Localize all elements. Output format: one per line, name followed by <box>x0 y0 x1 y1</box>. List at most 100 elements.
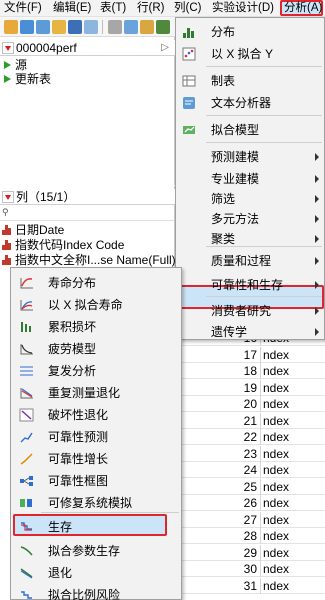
new-script-icon[interactable] <box>36 20 50 34</box>
submenu-item-11[interactable]: 生存 <box>11 516 181 538</box>
menu-item-12[interactable]: 消费者研究 <box>176 300 324 322</box>
row-number[interactable]: 28 <box>176 528 261 544</box>
cell-value[interactable]: ndex <box>263 396 289 412</box>
table-row[interactable]: 26 ndex <box>176 495 325 511</box>
cell-value[interactable]: ndex <box>263 380 289 396</box>
submenu-item-9[interactable]: 可靠性框图 <box>11 470 181 492</box>
submenu-item-14[interactable]: 拟合比例风险 <box>11 584 181 600</box>
row-number[interactable]: 30 <box>176 561 261 577</box>
open-file-icon[interactable] <box>52 20 66 34</box>
cell-value[interactable]: ndex <box>263 363 289 379</box>
menu-item-2[interactable]: 制表 <box>176 70 324 92</box>
cell-value[interactable]: ndex <box>263 495 289 511</box>
menu-cols[interactable]: 列(C) <box>174 0 201 17</box>
column-item[interactable]: 指数代码Index Code <box>2 238 124 252</box>
submenu-item-8[interactable]: 可靠性增长 <box>11 448 181 470</box>
cell-value[interactable]: ndex <box>263 578 289 594</box>
row-number[interactable]: 31 <box>176 577 261 594</box>
row-number[interactable]: 27 <box>176 511 261 528</box>
menu-analyze[interactable]: 分析(A) <box>284 0 322 17</box>
menu-item-5[interactable]: 预测建模 <box>176 146 324 168</box>
table-row[interactable]: 28 ndex <box>176 528 325 544</box>
row-number[interactable]: 17 <box>176 346 261 363</box>
menu-item-3[interactable]: 文本分析器 <box>176 92 324 114</box>
table-row[interactable]: 22 ndex <box>176 429 325 445</box>
submenu-item-7[interactable]: 可靠性预测 <box>11 426 181 448</box>
menu-item-13[interactable]: 遗传学 <box>176 321 324 343</box>
column-item[interactable]: 日期Date <box>2 223 64 237</box>
menu-item-9[interactable]: 聚类 <box>176 228 324 250</box>
submenu-item-13[interactable]: 退化 <box>11 562 181 584</box>
cell-value[interactable]: ndex <box>263 528 289 544</box>
menu-item-7[interactable]: 筛选 <box>176 188 324 210</box>
table-row[interactable]: 21 ndex <box>176 412 325 429</box>
row-number[interactable]: 22 <box>176 429 261 445</box>
cell-value[interactable]: ndex <box>263 512 289 528</box>
open-data-table-icon[interactable] <box>4 20 18 34</box>
menu-doe[interactable]: 实验设计(D) <box>212 0 274 17</box>
menu-item-10[interactable]: 质量和过程 <box>176 250 324 272</box>
submenu-item-0[interactable]: 寿命分布 <box>11 272 181 294</box>
cell-value[interactable]: ndex <box>263 446 289 462</box>
cut-icon[interactable] <box>108 20 122 34</box>
cell-value[interactable]: ndex <box>263 561 289 577</box>
menu-rows[interactable]: 行(R) <box>137 0 164 17</box>
menu-item-1[interactable]: 以 X 拟合 Y <box>176 43 324 65</box>
menu-item-8[interactable]: 多元方法 <box>176 208 324 230</box>
table-row[interactable]: 18 ndex <box>176 363 325 379</box>
red-triangle-menu-icon[interactable] <box>2 42 14 54</box>
submenu-item-6[interactable]: 破坏性退化 <box>11 404 181 426</box>
submenu-item-3[interactable]: 疲劳模型 <box>11 338 181 360</box>
table-row[interactable]: 31 ndex <box>176 577 325 594</box>
row-number[interactable]: 29 <box>176 544 261 561</box>
column-item[interactable]: 指数中文全称I...se Name(Full) <box>2 253 176 267</box>
row-number[interactable]: 20 <box>176 396 261 412</box>
row-number[interactable]: 25 <box>176 478 261 495</box>
table-row[interactable]: 27 ndex <box>176 511 325 528</box>
submenu-item-1[interactable]: 以 X 拟合寿命 <box>11 294 181 316</box>
row-number[interactable]: 23 <box>176 445 261 462</box>
table-row[interactable]: 24 ndex <box>176 462 325 478</box>
row-number[interactable]: 24 <box>176 462 261 478</box>
menu-edit[interactable]: 编辑(E) <box>53 0 91 17</box>
cell-value[interactable]: ndex <box>263 347 289 363</box>
table-script-update[interactable]: 更新表 <box>4 73 51 86</box>
menu-item-6[interactable]: 专业建模 <box>176 168 324 190</box>
submenu-item-2[interactable]: 累积损坏 <box>11 316 181 338</box>
toolbar-more-icon[interactable] <box>156 20 170 34</box>
paste-icon[interactable] <box>140 20 154 34</box>
row-number[interactable]: 26 <box>176 495 261 511</box>
row-number[interactable]: 19 <box>176 379 261 396</box>
table-row[interactable]: 25 ndex <box>176 478 325 495</box>
table-row[interactable]: 23 ndex <box>176 445 325 462</box>
cell-value[interactable]: ndex <box>263 413 289 429</box>
submenu-item-4[interactable]: 复发分析 <box>11 360 181 382</box>
menu-file[interactable]: 文件(F) <box>4 0 42 17</box>
red-triangle-menu-icon[interactable] <box>2 191 14 203</box>
print-icon[interactable] <box>84 20 98 34</box>
cell-value[interactable]: ndex <box>263 479 289 495</box>
menu-table[interactable]: 表(T) <box>100 0 126 17</box>
copy-icon[interactable] <box>124 20 138 34</box>
column-search-input[interactable]: ⚲ <box>0 207 174 221</box>
collapse-arrow-icon[interactable]: ▷ <box>161 40 169 56</box>
submenu-item-12[interactable]: 拟合参数生存 <box>11 540 181 562</box>
cell-value[interactable]: ndex <box>263 545 289 561</box>
table-panel-header[interactable]: 000004perf ▷ <box>0 40 175 56</box>
table-row[interactable]: 20 ndex <box>176 396 325 412</box>
submenu-item-5[interactable]: 重复测量退化 <box>11 382 181 404</box>
menu-item-11[interactable]: 可靠性和生存 <box>176 274 324 296</box>
columns-panel-header[interactable]: 列（15/1） <box>0 189 175 205</box>
row-number[interactable]: 21 <box>176 412 261 429</box>
submenu-item-10[interactable]: 可修复系统模拟 <box>11 492 181 514</box>
table-row[interactable]: 30 ndex <box>176 561 325 577</box>
row-number[interactable]: 18 <box>176 363 261 379</box>
cell-value[interactable]: ndex <box>263 429 289 445</box>
new-data-table-icon[interactable] <box>20 20 34 34</box>
table-row[interactable]: 19 ndex <box>176 379 325 396</box>
table-script-source[interactable]: 源 <box>4 59 27 72</box>
cell-value[interactable]: ndex <box>263 462 289 478</box>
table-row[interactable]: 17 ndex <box>176 346 325 363</box>
menu-item-4[interactable]: 拟合模型 <box>176 119 324 141</box>
save-icon[interactable] <box>68 20 82 34</box>
